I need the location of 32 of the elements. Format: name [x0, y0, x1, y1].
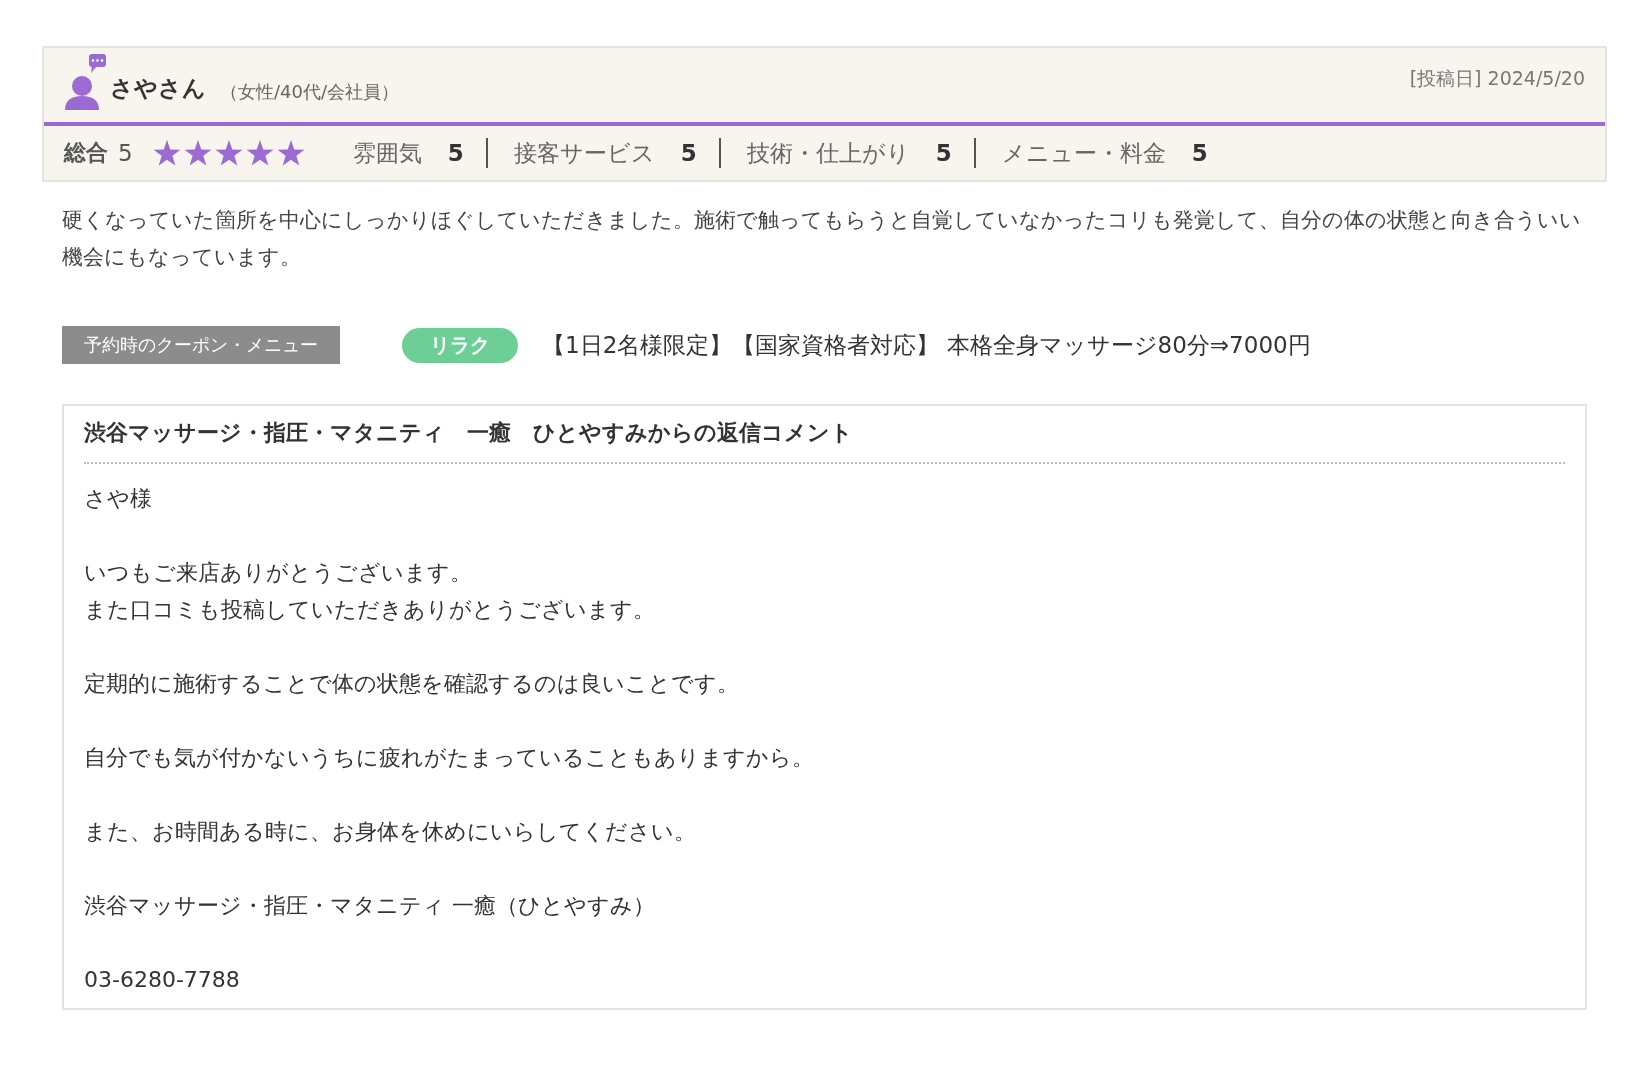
- star-icon: [276, 139, 305, 167]
- rating-label: 技術・仕上がり: [746, 138, 910, 168]
- reply-title: 渋谷マッサージ・指圧・マタニティ 一癒 ひとやすみからの返信コメント: [84, 418, 1565, 464]
- post-date: [投稿日] 2024/5/20: [1409, 66, 1585, 91]
- rating-label: 接客サービス: [513, 138, 655, 168]
- star-icon: [152, 139, 181, 167]
- category-tag: リラク: [402, 327, 518, 363]
- rating-score: 5: [447, 140, 464, 166]
- reply-text-line: 03-6280-7788: [84, 966, 240, 994]
- star-icon: [245, 139, 274, 167]
- reply-text-line: 自分でも気が付かないうちに疲れがたまっていることもありますから。: [84, 744, 814, 772]
- rating-score: 5: [680, 140, 697, 166]
- reviewer-profile: （女性/40代/会社員）: [220, 80, 400, 104]
- rating-label: メニュー・料金: [1001, 138, 1166, 168]
- reply-text-line: また、お時間ある時に、お身体を休めにいらしてください。: [84, 818, 696, 846]
- rating-score: 5: [1191, 140, 1208, 166]
- reply-text-line: さや様: [84, 485, 152, 513]
- reply-text-line: いつもご来店ありがとうございます。: [84, 559, 472, 587]
- rating-label: 雰囲気: [352, 138, 422, 168]
- reply-text-line: 渋谷マッサージ・指圧・マタニティ 一癒（ひとやすみ）: [84, 892, 655, 920]
- coupon-menu-label: 予約時のクーポン・メニュー: [62, 326, 340, 364]
- rating-score: 5: [935, 140, 952, 166]
- overall-score: 5: [118, 140, 133, 166]
- reviewer-name: さやさん: [110, 74, 206, 103]
- overall-label: 総合: [64, 139, 108, 167]
- user-speech-bubble-icon: [64, 54, 106, 110]
- star-icon: [214, 139, 243, 167]
- star-icon: [183, 139, 212, 167]
- coupon-name: 【1日2名様限定】【国家資格者対応】 本格全身マッサージ80分⇒7000円: [542, 330, 1311, 360]
- reply-text-line: 定期的に施術することで体の状態を確認するのは良いことです。: [84, 670, 739, 698]
- reply-text-line: また口コミも投稿していただきありがとうございます。: [84, 596, 655, 624]
- review-text: 硬くなっていた箇所を中心にしっかりほぐしていただきました。施術で触ってもらうと自覚していなかったコリも発覚して、自分の体の状態と向き合ういい機会にもなっています。: [62, 207, 1582, 271]
